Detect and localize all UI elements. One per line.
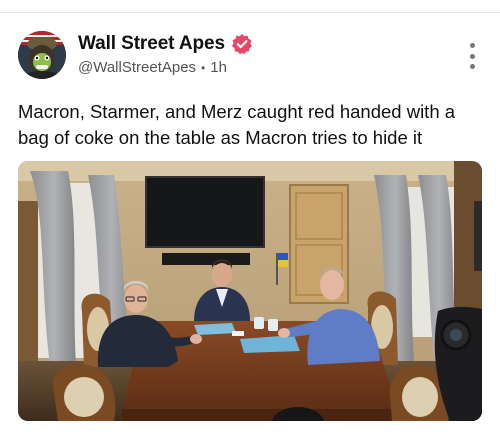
verified-badge-icon xyxy=(231,33,253,55)
post-meta: @WallStreetApes • 1h xyxy=(78,59,253,76)
author-handle[interactable]: @WallStreetApes xyxy=(78,59,196,76)
post-card[interactable]: Wall Street Apes @WallStreetApes • 1h Ma… xyxy=(0,13,500,435)
post-text: Macron, Starmer, and Merz caught red han… xyxy=(18,101,456,148)
post-time[interactable]: 1h xyxy=(210,59,227,76)
avatar[interactable] xyxy=(18,31,66,79)
more-vertical-icon[interactable] xyxy=(468,43,476,69)
author-block: Wall Street Apes @WallStreetApes • 1h xyxy=(78,33,253,76)
meta-separator: • xyxy=(201,60,206,75)
author-name[interactable]: Wall Street Apes xyxy=(78,33,225,55)
post-image[interactable] xyxy=(18,161,482,421)
